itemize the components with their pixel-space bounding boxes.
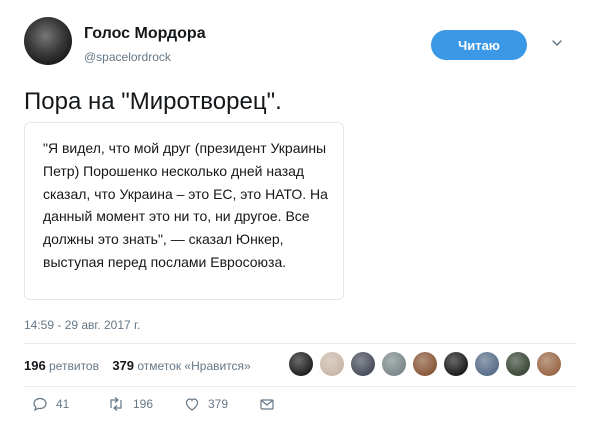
liker-avatar[interactable] <box>289 352 313 376</box>
retweet-count: 196 <box>133 397 154 411</box>
tweet-text: Пора на "Миротворец". <box>24 88 282 115</box>
liker-avatar[interactable] <box>413 352 437 376</box>
following-button[interactable]: Читаю <box>431 30 527 60</box>
liker-avatar[interactable] <box>351 352 375 376</box>
direct-message-button[interactable] <box>259 396 275 412</box>
reply-icon <box>33 397 47 412</box>
liker-avatar[interactable] <box>506 352 530 376</box>
quote-text: "Я видел, что мой друг (президент Украин… <box>43 140 328 270</box>
liker-avatar[interactable] <box>382 352 406 376</box>
author-name[interactable]: Голос Мордора <box>84 25 206 43</box>
envelope-icon <box>260 399 274 410</box>
likes-label[interactable]: отметок «Нравится» <box>137 359 250 373</box>
author-handle[interactable]: @spacelordrock <box>84 50 171 64</box>
chevron-down-icon[interactable] <box>551 37 563 49</box>
reply-button[interactable]: 41 <box>32 396 69 412</box>
tweet-timestamp[interactable]: 14:59 - 29 авг. 2017 г. <box>24 318 140 332</box>
divider <box>24 343 576 344</box>
heart-icon <box>185 398 199 411</box>
retweets-label[interactable]: ретвитов <box>49 359 99 373</box>
tweet-stats: 196 ретвитов 379 отметок «Нравится» <box>24 358 251 373</box>
likes-count[interactable]: 379 <box>112 358 134 373</box>
liker-avatar[interactable] <box>537 352 561 376</box>
quoted-text-card: "Я видел, что мой друг (президент Украин… <box>24 122 344 300</box>
liker-avatar[interactable] <box>320 352 344 376</box>
author-avatar[interactable] <box>24 17 72 65</box>
like-button[interactable]: 379 <box>184 396 228 412</box>
retweet-icon <box>110 397 122 411</box>
retweet-button[interactable]: 196 <box>107 396 153 412</box>
liker-avatar[interactable] <box>444 352 468 376</box>
liker-avatar[interactable] <box>475 352 499 376</box>
reply-count: 41 <box>56 397 70 411</box>
divider <box>24 386 576 387</box>
like-count: 379 <box>208 397 229 411</box>
retweets-count[interactable]: 196 <box>24 358 46 373</box>
